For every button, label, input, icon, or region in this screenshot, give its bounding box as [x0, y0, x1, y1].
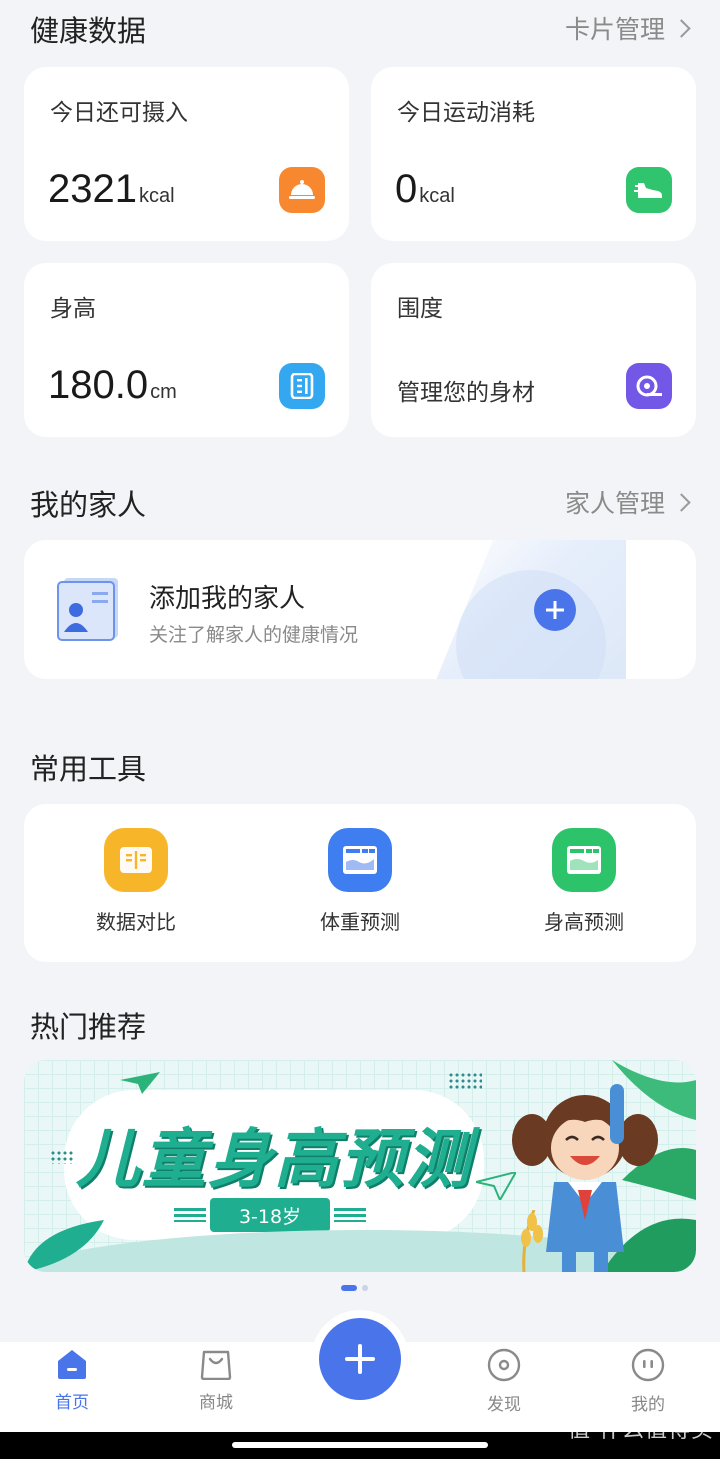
carousel-dot[interactable] — [362, 1285, 368, 1291]
tab-label: 商城 — [199, 1393, 233, 1413]
home-indicator-bar[interactable] — [232, 1442, 488, 1448]
weight-chart-icon — [328, 828, 392, 892]
carousel-dot-active[interactable] — [341, 1285, 357, 1291]
exercise-unit: kcal — [419, 185, 455, 207]
plus-icon — [345, 1344, 375, 1374]
tools-card: 数据对比 体重预测 身高预测 — [24, 804, 696, 962]
tool-height-predict[interactable]: 身高预测 — [484, 828, 684, 935]
tool-weight-predict[interactable]: 体重预测 — [260, 828, 460, 935]
add-record-button[interactable] — [319, 1318, 401, 1400]
tab-home[interactable]: 首页 — [22, 1348, 122, 1413]
health-section-header: 健康数据 卡片管理 — [0, 0, 720, 56]
intake-card[interactable]: 今日还可摄入 2321 kcal — [24, 67, 349, 241]
banner-subtitle: 3-18岁 — [238, 1205, 302, 1228]
id-card-icon — [56, 576, 122, 646]
girth-title: 围度 — [397, 296, 443, 322]
profile-icon — [631, 1348, 665, 1382]
health-section-title: 健康数据 — [30, 14, 147, 48]
exercise-title: 今日运动消耗 — [397, 100, 535, 126]
height-unit: cm — [150, 381, 177, 403]
ribbon-stripes — [334, 1208, 366, 1222]
exercise-card[interactable]: 今日运动消耗 0 kcal — [371, 67, 696, 241]
tab-shop[interactable]: 商城 — [166, 1348, 266, 1413]
tab-label: 首页 — [55, 1393, 89, 1413]
shopping-bag-icon — [200, 1350, 232, 1381]
height-chart-icon — [552, 828, 616, 892]
chevron-right-icon — [672, 18, 691, 38]
leaf-icon — [24, 1220, 104, 1272]
height-value: 180.0 cm — [48, 363, 177, 408]
exercise-number: 0 — [395, 167, 418, 211]
intake-title: 今日还可摄入 — [50, 100, 188, 126]
tab-label: 发现 — [487, 1395, 521, 1415]
intake-value: 2321 kcal — [48, 167, 175, 212]
family-section-title: 我的家人 — [30, 488, 147, 522]
ruler-icon — [279, 363, 325, 409]
height-card[interactable]: 身高 180.0 cm — [24, 263, 349, 437]
cloche-icon — [279, 167, 325, 213]
tool-label: 身高预测 — [544, 910, 624, 934]
card-manage-link[interactable]: 卡片管理 — [564, 10, 691, 46]
intake-unit: kcal — [138, 185, 175, 207]
tools-section-title: 常用工具 — [30, 752, 147, 786]
banner-title: 儿童身高预测 — [76, 1123, 472, 1197]
height-number: 180.0 — [48, 363, 149, 407]
height-title: 身高 — [50, 296, 96, 322]
intake-number: 2321 — [48, 167, 137, 211]
watermark: 值 什么值得买 — [568, 1418, 714, 1443]
tool-label: 体重预测 — [320, 910, 400, 934]
banner-subtitle-ribbon[interactable]: 3-18岁 — [210, 1198, 330, 1232]
girl-illustration — [510, 1082, 660, 1272]
carousel-indicator — [341, 1285, 368, 1291]
compare-icon — [104, 828, 168, 892]
add-family-subtitle: 关注了解家人的健康情况 — [149, 624, 359, 646]
dot-pattern — [448, 1072, 482, 1090]
exercise-value: 0 kcal — [395, 167, 455, 212]
tool-label: 数据对比 — [96, 910, 176, 934]
tab-mine[interactable]: 我的 — [598, 1348, 698, 1415]
card-manage-label: 卡片管理 — [564, 15, 665, 44]
ribbon-stripes — [174, 1208, 206, 1222]
add-family-title: 添加我的家人 — [149, 584, 306, 614]
discover-icon — [487, 1348, 521, 1382]
running-shoe-icon — [626, 167, 672, 213]
recommend-section-title: 热门推荐 — [30, 1010, 147, 1044]
family-manage-link[interactable]: 家人管理 — [564, 484, 691, 520]
tape-measure-icon — [626, 363, 672, 409]
chevron-right-icon — [672, 492, 691, 512]
girth-card[interactable]: 围度 管理您的身材 — [371, 263, 696, 437]
family-section-header: 我的家人 家人管理 — [0, 472, 720, 528]
add-family-card[interactable]: 添加我的家人 关注了解家人的健康情况 — [24, 540, 696, 679]
paper-plane-icon — [120, 1072, 160, 1094]
home-icon — [58, 1350, 86, 1379]
kids-height-banner[interactable]: 儿童身高预测 3-18岁 — [24, 1060, 696, 1272]
add-family-button[interactable] — [534, 589, 576, 631]
tab-discover[interactable]: 发现 — [454, 1348, 554, 1415]
plus-icon — [546, 601, 564, 619]
family-manage-label: 家人管理 — [564, 489, 665, 518]
tool-data-compare[interactable]: 数据对比 — [36, 828, 236, 935]
dot-pattern — [50, 1150, 74, 1164]
girth-text: 管理您的身材 — [397, 380, 535, 406]
